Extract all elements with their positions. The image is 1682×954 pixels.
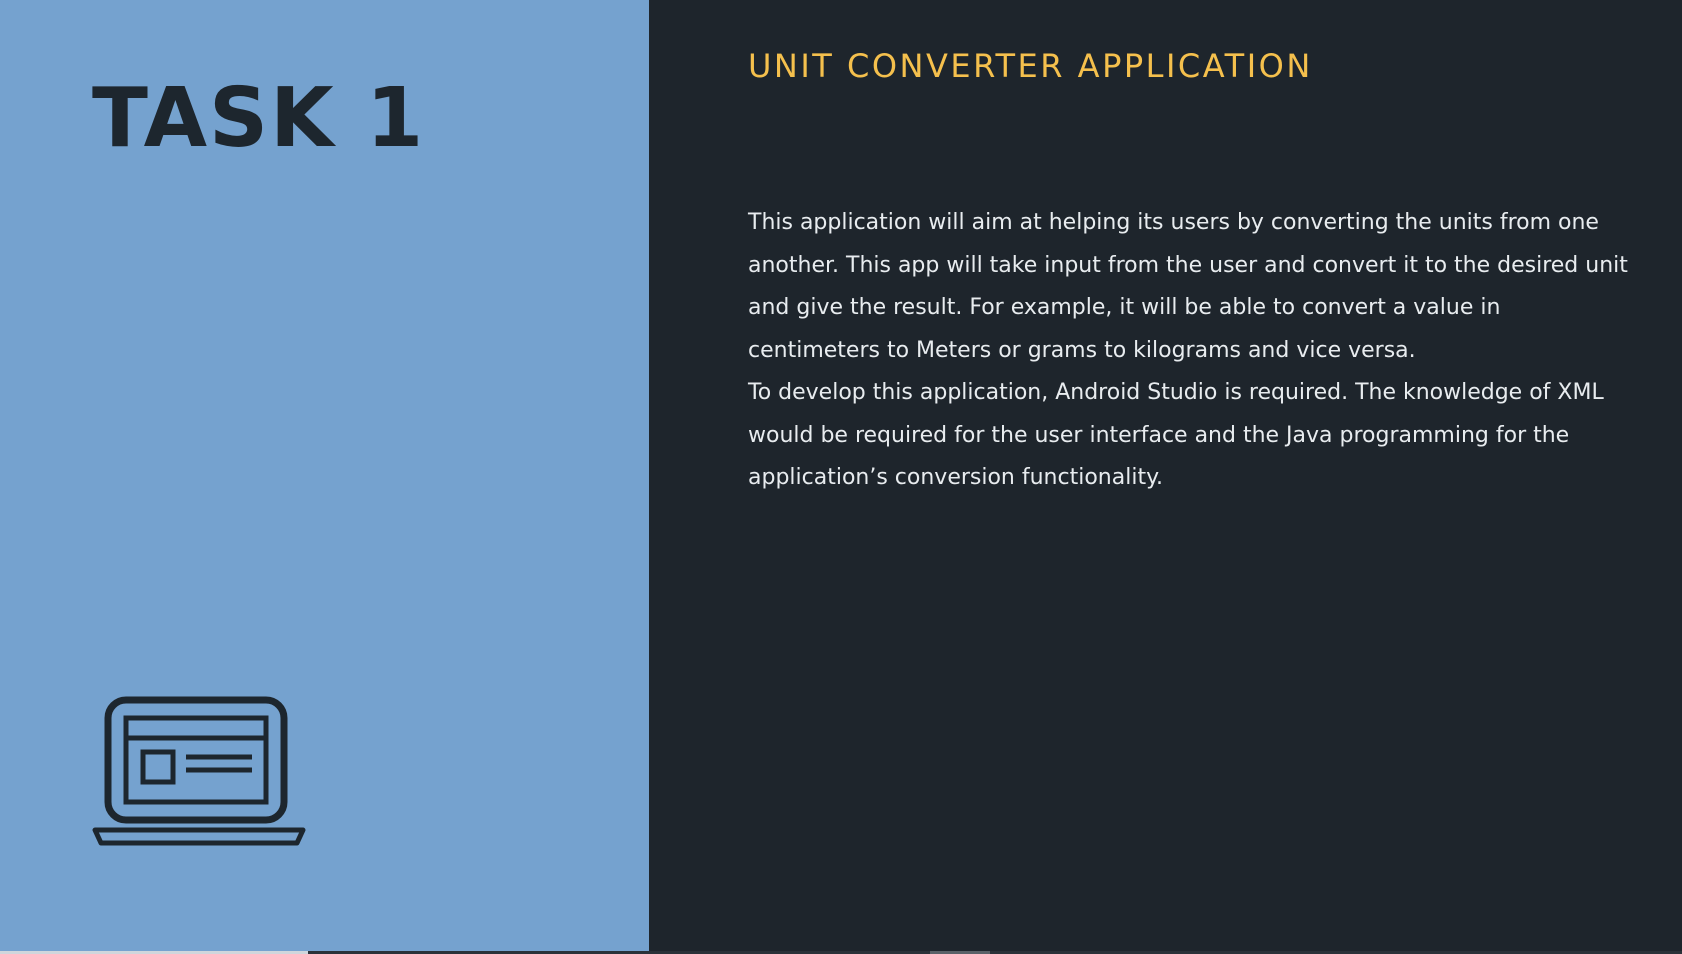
left-panel: TASK 1 (0, 0, 649, 951)
laptop-icon (92, 696, 306, 846)
body-paragraph-1: This application will aim at helping its… (748, 210, 1628, 363)
right-panel: UNIT CONVERTER APPLICATION This applicat… (649, 0, 1682, 951)
slide: TASK 1 UNIT CONVERTER APPLICATION This a… (0, 0, 1682, 954)
body-text: This application will aim at helping its… (748, 202, 1628, 500)
body-paragraph-2: To develop this application, Android Stu… (748, 380, 1604, 490)
task-title: TASK 1 (92, 71, 426, 166)
slide-heading: UNIT CONVERTER APPLICATION (748, 47, 1313, 85)
